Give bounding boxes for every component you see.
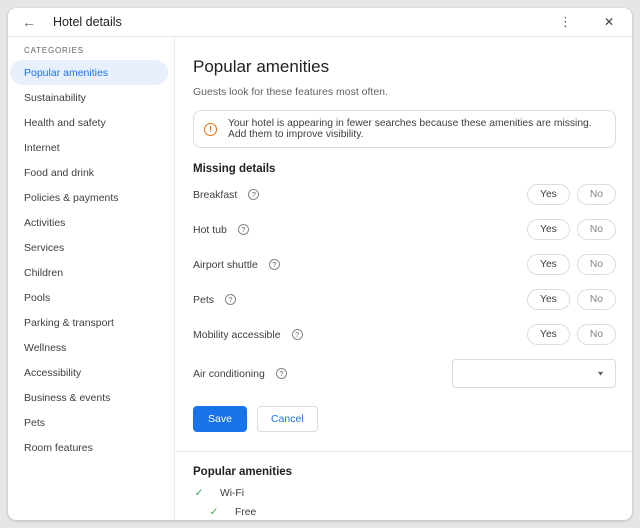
dialog-header: ← Hotel details ⋮ ✕ <box>8 8 632 37</box>
sidebar-item-internet[interactable]: Internet <box>8 135 174 160</box>
amenity-label: Airport shuttle <box>193 258 258 271</box>
sidebar-item-activities[interactable]: Activities <box>8 210 174 235</box>
sidebar-item-services[interactable]: Services <box>8 235 174 260</box>
dialog-title: Hotel details <box>53 15 122 29</box>
page-title: Popular amenities <box>193 57 330 76</box>
check-icon: ✓ <box>194 487 204 500</box>
sidebar-item-accessibility[interactable]: Accessibility <box>8 360 174 385</box>
summary-item: ✓ Free <box>193 503 616 520</box>
amenity-row: Pets? Yes No <box>193 282 616 317</box>
amenity-label: Mobility accessible <box>193 328 281 341</box>
missing-details-heading: Missing details <box>193 163 276 175</box>
summary-item: ✓ Wi-Fi <box>193 484 616 503</box>
summary-label: Free <box>235 507 257 518</box>
warning-banner: ! Your hotel is appearing in fewer searc… <box>193 110 616 148</box>
sidebar-item-pets[interactable]: Pets <box>8 410 174 435</box>
amenity-label-group: Breakfast? <box>193 188 260 201</box>
help-icon[interactable]: ? <box>237 224 249 235</box>
no-button[interactable]: No <box>576 184 616 205</box>
help-icon[interactable]: ? <box>275 368 287 379</box>
amenities-summary-list: ✓Wi-Fi✓Free✓Parking✓Free⊘Spa <box>193 484 616 520</box>
no-button[interactable]: No <box>576 254 616 275</box>
yes-button[interactable]: Yes <box>527 324 570 345</box>
amenity-row: Airport shuttle? Yes No <box>193 247 616 282</box>
missing-rows: Breakfast? Yes No Hot tub? Yes No Airport shut… <box>193 177 616 395</box>
warning-text: Your hotel is appearing in fewer searche… <box>228 118 592 140</box>
sidebar-list: Popular amenities Sustainability Health an… <box>8 60 174 460</box>
yes-button[interactable]: Yes <box>527 289 570 310</box>
amenity-label: Breakfast <box>193 188 238 201</box>
help-icon[interactable]: ? <box>268 259 280 270</box>
more-options-icon[interactable]: ⋮ <box>555 14 576 30</box>
sidebar-item-business-events[interactable]: Business & events <box>8 385 174 410</box>
amenity-label-group: Pets? <box>193 293 237 306</box>
amenity-label-group: Hot tub? <box>193 224 249 236</box>
categories-sidebar: CATEGORIES Popular amenities Sustainabili… <box>8 37 175 520</box>
dropdown-caret-icon: ▼ <box>596 369 605 377</box>
hotel-details-dialog: ← Hotel details ⋮ ✕ CATEGORIES Popular a… <box>8 8 632 520</box>
no-button[interactable]: No <box>576 324 616 345</box>
yes-button[interactable]: Yes <box>527 219 570 240</box>
sidebar-item-pools[interactable]: Pools <box>8 285 174 310</box>
sidebar-item-parking-transport[interactable]: Parking & transport <box>8 310 174 335</box>
sidebar-item-popular-amenities[interactable]: Popular amenities <box>10 60 168 85</box>
amenity-label: Air conditioning <box>193 367 265 380</box>
amenity-row: Air conditioning? ▼ <box>193 352 616 395</box>
yes-button[interactable]: Yes <box>527 184 570 205</box>
check-icon: ✓ <box>209 506 219 519</box>
close-icon[interactable]: ✕ <box>602 15 616 29</box>
sidebar-item-sustainability[interactable]: Sustainability <box>8 85 174 110</box>
save-button[interactable]: Save <box>193 406 247 432</box>
yes-button[interactable]: Yes <box>527 254 570 275</box>
help-icon[interactable]: ? <box>291 329 303 340</box>
back-arrow-icon[interactable]: ← <box>22 15 36 29</box>
yes-no-group: Yes No <box>527 219 616 240</box>
amenity-label: Pets <box>193 293 215 306</box>
form-actions: Save Cancel <box>193 406 616 432</box>
cancel-button[interactable]: Cancel <box>256 406 318 432</box>
amenity-label-group: Airport shuttle? <box>193 259 280 271</box>
sidebar-item-room-features[interactable]: Room features <box>8 435 174 460</box>
yes-no-group: Yes No <box>527 184 616 205</box>
section-divider <box>175 451 632 452</box>
categories-heading: CATEGORIES <box>24 46 84 55</box>
amenity-label-group: Mobility accessible? <box>193 329 303 341</box>
amenity-label: Hot tub <box>193 223 227 236</box>
no-button[interactable]: No <box>576 289 616 310</box>
sidebar-item-children[interactable]: Children <box>8 260 174 285</box>
sidebar-item-wellness[interactable]: Wellness <box>8 335 174 360</box>
air-conditioning-select[interactable]: ▼ <box>452 359 616 388</box>
yes-no-group: Yes No <box>527 324 616 345</box>
sidebar-item-food-and-drink[interactable]: Food and drink <box>8 160 174 185</box>
warning-icon: ! <box>204 122 217 136</box>
amenity-label-group: Air conditioning? <box>193 368 287 380</box>
yes-no-group: Yes No <box>527 254 616 275</box>
no-button[interactable]: No <box>576 219 616 240</box>
help-icon[interactable]: ? <box>225 294 237 305</box>
sidebar-item-health-and-safety[interactable]: Health and safety <box>8 110 174 135</box>
amenity-row: Mobility accessible? Yes No <box>193 317 616 352</box>
amenity-row: Breakfast? Yes No <box>193 177 616 212</box>
main-content: Popular amenities Guests look for these … <box>175 37 632 520</box>
page-subtitle: Guests look for these features most ofte… <box>193 86 388 98</box>
amenities-summary-heading: Popular amenities <box>193 466 293 478</box>
amenity-row: Hot tub? Yes No <box>193 212 616 247</box>
sidebar-item-policies-payments[interactable]: Policies & payments <box>8 185 174 210</box>
help-icon[interactable]: ? <box>248 189 260 200</box>
yes-no-group: Yes No <box>527 289 616 310</box>
summary-label: Wi-Fi <box>220 488 245 499</box>
